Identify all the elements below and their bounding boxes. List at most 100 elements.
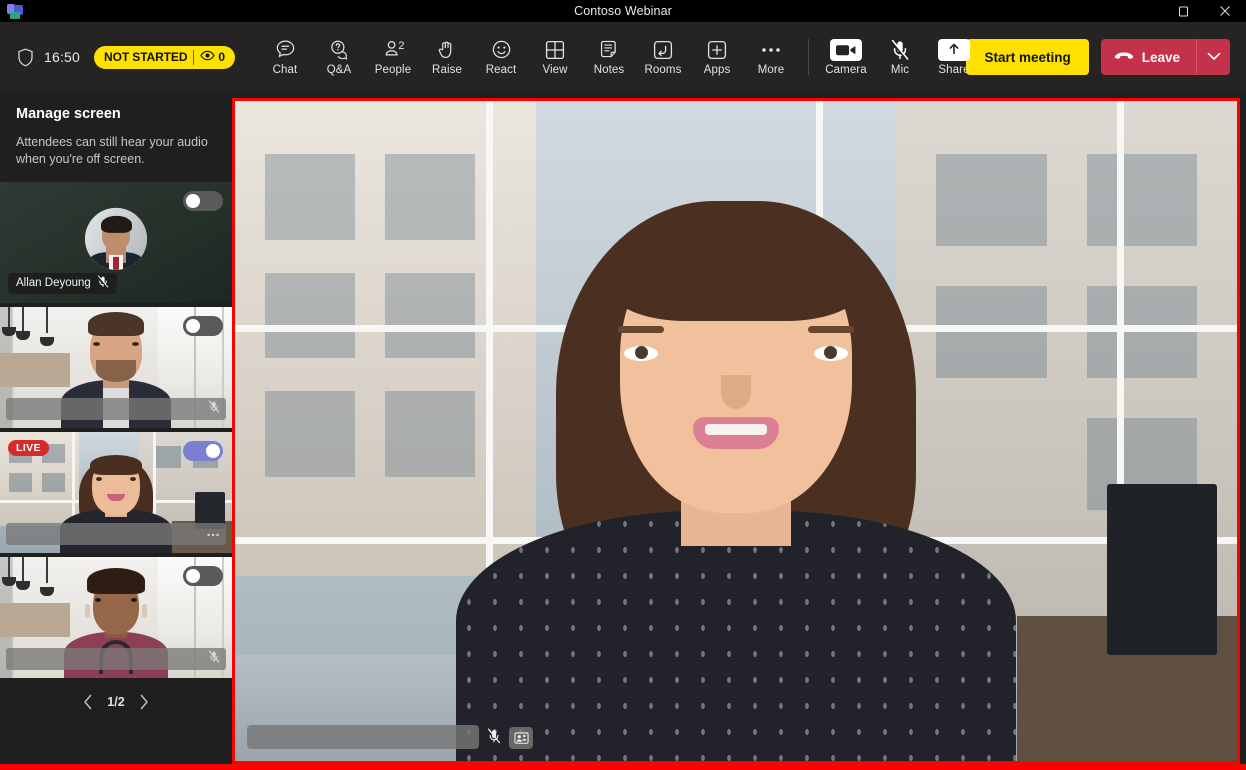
mic-muted-icon — [208, 400, 220, 418]
qa-label: Q&A — [326, 63, 352, 76]
participant-tile[interactable]: Allan Deyoung — [0, 181, 232, 303]
rooms-button[interactable]: Rooms — [636, 30, 690, 84]
camera-label: Camera — [825, 63, 867, 76]
main-stage[interactable] — [232, 98, 1240, 764]
speaker-figure — [456, 141, 1016, 761]
eye-icon — [200, 50, 216, 64]
participant-tile[interactable] — [0, 556, 232, 678]
viewer-count: 0 — [218, 50, 225, 64]
leave-button-group: Leave — [1100, 39, 1230, 75]
notes-button[interactable]: Notes — [582, 30, 636, 84]
people-button[interactable]: 2 People — [366, 30, 420, 84]
mic-muted-icon — [487, 728, 501, 749]
tile-pagination: 1/2 — [0, 684, 232, 720]
manage-screen-panel: Manage screen Attendees can still hear y… — [0, 92, 232, 770]
raise-hand-button[interactable]: Raise — [420, 30, 474, 84]
phone-hangup-icon — [1114, 50, 1134, 65]
meeting-toolbar: 16:50 NOT STARTED 0 Chat Q&A 2 People Ra… — [0, 22, 1246, 92]
apps-button[interactable]: Apps — [690, 30, 744, 84]
window-title: Contoso Webinar — [574, 4, 672, 18]
leave-options-button[interactable] — [1196, 39, 1230, 75]
share-label: Share — [938, 63, 970, 76]
tile-toggle[interactable] — [183, 190, 223, 211]
people-label: People — [374, 63, 412, 76]
camera-icon — [830, 38, 862, 61]
shield-icon — [17, 48, 34, 67]
more-actions-label: More — [757, 63, 785, 76]
teams-webinar-window: Contoso Webinar 16:50 NOT STARTED 0 Chat… — [0, 0, 1246, 770]
react-button[interactable]: React — [474, 30, 528, 84]
panel-title: Manage screen — [16, 106, 121, 122]
chevron-right-icon[interactable] — [139, 694, 149, 710]
page-indicator: 1/2 — [107, 694, 125, 709]
raise-hand-icon — [437, 39, 457, 61]
chat-label: Chat — [272, 63, 298, 76]
leave-button[interactable]: Leave — [1100, 39, 1196, 75]
meeting-clock: 16:50 — [44, 49, 81, 65]
window-controls — [1162, 0, 1246, 22]
participant-tile[interactable] — [0, 306, 232, 428]
raise-label: Raise — [432, 63, 462, 76]
more-label: Apps — [703, 63, 731, 76]
leave-label: Leave — [1141, 49, 1180, 65]
viewer-count-group: 0 — [200, 50, 225, 64]
participant-name-redacted — [6, 397, 226, 420]
active-speaker-video — [235, 101, 1237, 761]
apps-plus-icon — [707, 39, 727, 61]
avatar — [85, 208, 147, 271]
speaker-name-redacted — [247, 725, 479, 749]
people-icon: 2 — [383, 39, 405, 61]
meeting-body: Manage screen Attendees can still hear y… — [0, 92, 1246, 770]
share-up-arrow-icon — [938, 38, 970, 61]
rooms-label: Rooms — [644, 63, 682, 76]
chat-icon — [275, 39, 296, 61]
toolbar-divider — [808, 39, 809, 75]
chat-button[interactable]: Chat — [258, 30, 312, 84]
mic-muted-icon — [208, 650, 220, 668]
pinned-people-icon[interactable] — [509, 727, 533, 749]
maximize-button[interactable] — [1162, 0, 1204, 22]
tile-toggle[interactable] — [183, 440, 223, 461]
more-ellipsis-icon — [760, 39, 782, 61]
chevron-down-icon — [1207, 48, 1221, 66]
highlight-border-bottom — [0, 764, 1246, 770]
status-badge: NOT STARTED 0 — [94, 45, 235, 69]
camera-button[interactable]: Camera — [819, 30, 873, 84]
more-button[interactable]: More — [744, 30, 798, 84]
more-ellipsis-icon — [206, 525, 220, 543]
mic-muted-icon — [890, 39, 910, 61]
share-button[interactable]: Share — [927, 30, 981, 84]
live-badge: LIVE — [8, 439, 49, 456]
qa-icon — [329, 39, 350, 61]
mic-muted-icon — [97, 275, 109, 291]
participant-name: Allan Deyoung — [16, 277, 91, 290]
app-icon — [0, 3, 30, 19]
react-label: React — [485, 63, 517, 76]
toolbar-right-group: Start meeting Leave — [966, 39, 1234, 75]
panel-subtitle: Attendees can still hear your audio when… — [16, 135, 208, 166]
toolbar-left-group: 16:50 NOT STARTED 0 — [12, 45, 235, 69]
participant-name-redacted — [6, 647, 226, 670]
start-meeting-button[interactable]: Start meeting — [966, 39, 1089, 75]
participant-name-redacted — [6, 522, 226, 545]
people-count-badge: 2 — [398, 39, 405, 52]
qa-button[interactable]: Q&A — [312, 30, 366, 84]
view-label: View — [542, 63, 568, 76]
participant-tile-list: Allan Deyoung LIVE — [0, 181, 232, 678]
mic-button[interactable]: Mic — [873, 30, 927, 84]
participant-tile-live-selected[interactable]: LIVE — [0, 431, 232, 553]
participant-name-chip: Allan Deyoung — [8, 272, 117, 294]
notes-icon — [600, 39, 619, 61]
title-bar: Contoso Webinar — [0, 0, 1246, 22]
stage-status-icons — [487, 727, 533, 749]
tile-toggle[interactable] — [183, 565, 223, 586]
react-smiley-icon — [491, 39, 512, 61]
toolbar-actions: Chat Q&A 2 People Raise React View Notes… — [258, 30, 981, 84]
notes-label: Notes — [593, 63, 625, 76]
tile-toggle[interactable] — [183, 315, 223, 336]
mic-label: Mic — [890, 63, 910, 76]
teams-logo-icon — [6, 3, 24, 19]
close-button[interactable] — [1204, 0, 1246, 22]
chevron-left-icon[interactable] — [83, 694, 93, 710]
view-button[interactable]: View — [528, 30, 582, 84]
